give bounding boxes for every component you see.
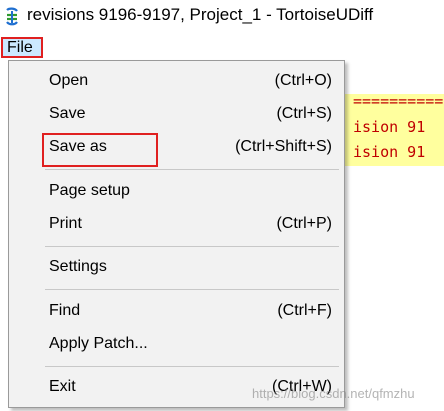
- title-bar: revisions 9196-9197, Project_1 - Tortois…: [0, 0, 444, 34]
- menu-item-shortcut: (Ctrl+F): [277, 302, 332, 319]
- menu-item-label: Settings: [49, 258, 107, 275]
- menu-item-print[interactable]: Print (Ctrl+P): [9, 210, 344, 240]
- menu-file[interactable]: File: [1, 37, 43, 58]
- menu-item-save[interactable]: Save (Ctrl+S): [9, 100, 344, 130]
- menu-item-page-setup[interactable]: Page setup: [9, 177, 344, 207]
- menu-item-label: Print: [49, 215, 82, 232]
- diff-line: ision 91: [353, 143, 426, 161]
- menu-item-shortcut: (Ctrl+O): [274, 72, 332, 89]
- menu-item-shortcut: (Ctrl+Shift+S): [235, 138, 332, 155]
- page-margin: [0, 60, 8, 411]
- menu-separator: [45, 246, 339, 247]
- window-title: revisions 9196-9197, Project_1 - Tortois…: [27, 5, 374, 24]
- menu-item-open[interactable]: Open (Ctrl+O): [9, 67, 344, 97]
- menu-item-settings[interactable]: Settings: [9, 253, 344, 283]
- diff-line: ==========: [353, 92, 444, 110]
- menu-item-label: Apply Patch...: [49, 335, 148, 352]
- watermark-text: https://blog.csdn.net/qfmzhu: [252, 386, 415, 401]
- menu-item-label: Page setup: [49, 182, 130, 199]
- menu-item-apply-patch[interactable]: Apply Patch...: [9, 330, 344, 360]
- menu-item-label: Save: [49, 105, 86, 122]
- tortoise-diff-icon: [6, 7, 18, 26]
- menu-separator: [45, 169, 339, 170]
- menu-item-find[interactable]: Find (Ctrl+F): [9, 297, 344, 327]
- menu-separator: [45, 366, 339, 367]
- diff-line: ision 91: [353, 118, 426, 136]
- menu-bar: [0, 34, 444, 60]
- menu-item-shortcut: (Ctrl+P): [276, 215, 332, 232]
- menu-item-label: Open: [49, 72, 89, 89]
- file-menu-dropdown: Open (Ctrl+O) Save (Ctrl+S) Save as (Ctr…: [8, 60, 345, 408]
- menu-separator: [45, 289, 339, 290]
- menu-item-shortcut: (Ctrl+S): [276, 105, 332, 122]
- save-as-highlight-annotation: [42, 133, 158, 167]
- menu-item-label: Find: [49, 302, 81, 319]
- menu-item-label: Exit: [49, 378, 76, 395]
